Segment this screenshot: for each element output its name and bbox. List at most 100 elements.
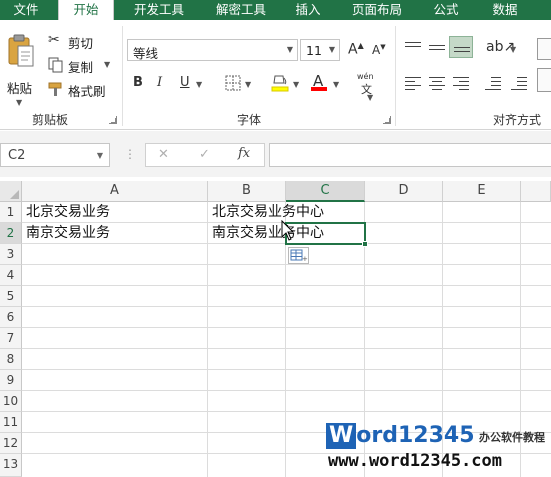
watermark-url: www.word12345.com — [328, 451, 502, 471]
row-header[interactable]: 8 — [0, 349, 22, 370]
font-launcher-icon[interactable] — [383, 116, 391, 124]
align-center-button[interactable] — [429, 76, 445, 90]
font-color-swatch — [311, 87, 327, 91]
row-header[interactable]: 4 — [0, 265, 22, 286]
copy-button[interactable]: 复制 ▼ — [46, 56, 116, 75]
group-divider — [395, 26, 396, 126]
wrap-text-button[interactable] — [537, 68, 551, 92]
svg-text:+: + — [302, 255, 308, 263]
phonetic-button[interactable]: wén 文 — [357, 72, 383, 96]
tab-decrypt-tools[interactable]: 解密工具 — [204, 0, 278, 20]
tab-developer[interactable]: 开发工具 — [122, 0, 196, 20]
watermark-tagline: 办公软件教程 — [479, 431, 545, 444]
copy-label: 复制 — [68, 60, 94, 75]
fill-color-dropdown-icon[interactable]: ▼ — [293, 80, 299, 89]
formula-input[interactable] — [269, 143, 551, 167]
formula-buttons: ✕ ✓ fx — [145, 143, 265, 167]
tab-data[interactable]: 数据 — [480, 0, 530, 20]
site-watermark: Word12345 办公软件教程 www.word12345.com — [326, 423, 551, 477]
row-header[interactable]: 10 — [0, 391, 22, 412]
row-header[interactable]: 3 — [0, 244, 22, 265]
cell-a2[interactable]: 南京交易业务 — [22, 223, 110, 244]
clipboard-group-label: 剪贴板 — [32, 113, 69, 127]
row-header[interactable]: 9 — [0, 370, 22, 391]
fill-handle[interactable] — [362, 241, 368, 247]
tab-home[interactable]: 开始 — [58, 0, 114, 21]
decrease-font-size-icon[interactable]: A▼ — [372, 44, 386, 57]
paste-label: 粘贴 — [7, 81, 33, 96]
flash-fill-icon: + — [290, 249, 308, 263]
align-right-button[interactable] — [453, 76, 469, 90]
fill-color-icon[interactable] — [270, 72, 290, 92]
row-header[interactable]: 13 — [0, 454, 22, 477]
font-size-value: 11 — [306, 43, 322, 58]
cut-label: 剪切 — [68, 36, 94, 51]
decrease-indent-button[interactable] — [485, 76, 501, 90]
font-group-label: 字体 — [237, 113, 262, 127]
cell-a1[interactable]: 北京交易业务 — [22, 202, 110, 223]
formula-bar-grip-icon[interactable]: ⋮ — [124, 147, 136, 161]
increase-indent-button[interactable] — [511, 76, 527, 90]
font-color-dropdown-icon[interactable]: ▼ — [333, 80, 339, 89]
column-header-a[interactable]: A — [22, 181, 208, 202]
phonetic-label: wén — [357, 72, 374, 81]
select-all-button[interactable] — [0, 181, 22, 202]
watermark-logo-w: W — [326, 423, 357, 449]
align-bottom-button[interactable] — [449, 36, 473, 58]
flash-fill-options-button[interactable]: + — [288, 247, 309, 264]
scissors-icon: ✂ — [48, 32, 60, 48]
tab-insert[interactable]: 插入 — [286, 0, 330, 20]
cell-b1[interactable]: 北京交易业务中心 — [208, 202, 324, 223]
cut-button[interactable]: ✂ 剪切 — [46, 32, 106, 51]
column-header-e[interactable]: E — [443, 181, 521, 202]
cancel-icon[interactable]: ✕ — [158, 147, 169, 162]
insert-function-icon[interactable]: fx — [238, 146, 250, 161]
italic-button[interactable]: I — [157, 76, 162, 89]
font-name-value: 等线 — [133, 46, 159, 61]
tab-file[interactable]: 文件 — [0, 0, 52, 20]
watermark-logo: Word12345 — [326, 423, 475, 449]
row-header[interactable]: 12 — [0, 433, 22, 454]
gridline — [22, 327, 551, 328]
underline-dropdown-icon[interactable]: ▼ — [196, 80, 202, 89]
font-color-button[interactable]: A — [310, 72, 328, 92]
row-header[interactable]: 1 — [0, 202, 22, 223]
font-size-select[interactable]: 11 ▼ — [300, 39, 340, 61]
bold-button[interactable]: B — [133, 76, 143, 89]
row-header[interactable]: 5 — [0, 286, 22, 307]
underline-button[interactable]: U — [180, 76, 190, 89]
align-top-button[interactable] — [405, 40, 421, 54]
column-header-f[interactable] — [521, 181, 551, 202]
enter-icon[interactable]: ✓ — [199, 147, 210, 162]
align-middle-button[interactable] — [429, 40, 445, 54]
tab-page-layout[interactable]: 页面布局 — [340, 0, 414, 20]
alignment-group-label: 对齐方式 — [493, 113, 542, 127]
gridline — [22, 285, 551, 286]
row-header[interactable]: 2 — [0, 223, 22, 244]
column-header-b[interactable]: B — [208, 181, 286, 202]
column-header-c[interactable]: C — [286, 181, 365, 202]
format-painter-button[interactable]: 格式刷 — [46, 80, 112, 99]
row-header[interactable]: 6 — [0, 307, 22, 328]
mouse-pointer-icon — [281, 220, 295, 241]
row-header[interactable]: 11 — [0, 412, 22, 433]
clipboard-launcher-icon[interactable] — [109, 116, 117, 124]
phonetic-dropdown-icon[interactable]: ▼ — [367, 93, 373, 102]
increase-font-size-icon[interactable]: A▲ — [348, 42, 364, 57]
name-box[interactable]: C2 ▼ — [0, 143, 110, 167]
align-left-button[interactable] — [405, 76, 421, 90]
tab-formulas[interactable]: 公式 — [424, 0, 468, 20]
font-name-select[interactable]: 等线 ▼ — [127, 39, 298, 61]
row-header[interactable]: 7 — [0, 328, 22, 349]
orientation-dropdown-icon[interactable]: ▼ — [510, 45, 516, 54]
borders-icon[interactable] — [225, 75, 241, 91]
paste-button[interactable]: 粘贴 ▼ — [4, 32, 38, 107]
column-header-d[interactable]: D — [365, 181, 443, 202]
gridline — [22, 411, 551, 412]
format-painter-icon — [48, 82, 62, 96]
paste-dropdown-icon[interactable]: ▼ — [16, 98, 22, 107]
ribbon: 粘贴 ▼ ✂ 剪切 复制 ▼ 格式刷 剪贴板 等线 ▼ 11 ▼ A▲ A▼ B… — [0, 20, 551, 130]
borders-dropdown-icon[interactable]: ▼ — [245, 80, 251, 89]
copy-dropdown-icon[interactable]: ▼ — [104, 60, 110, 69]
merge-button[interactable] — [537, 38, 551, 60]
